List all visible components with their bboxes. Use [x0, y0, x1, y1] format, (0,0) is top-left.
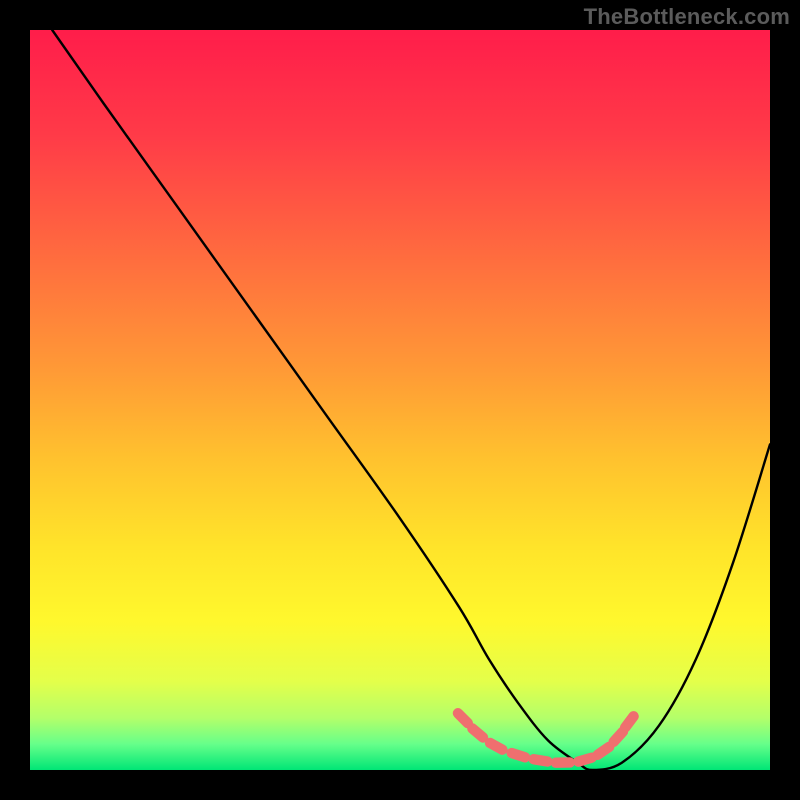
highlight-dot: [578, 758, 591, 762]
highlight-dot: [458, 713, 468, 723]
highlight-dot: [598, 747, 610, 755]
highlight-dot: [614, 731, 623, 741]
highlight-dot: [490, 743, 502, 750]
plot-svg: [30, 30, 770, 770]
highlight-dot: [625, 716, 633, 727]
highlight-dot: [512, 753, 525, 757]
highlight-dot: [534, 759, 548, 761]
watermark-text: TheBottleneck.com: [584, 4, 790, 30]
highlight-dot: [472, 728, 483, 737]
gradient-rect: [30, 30, 770, 770]
chart-frame: TheBottleneck.com: [0, 0, 800, 800]
plot-area: [30, 30, 770, 770]
